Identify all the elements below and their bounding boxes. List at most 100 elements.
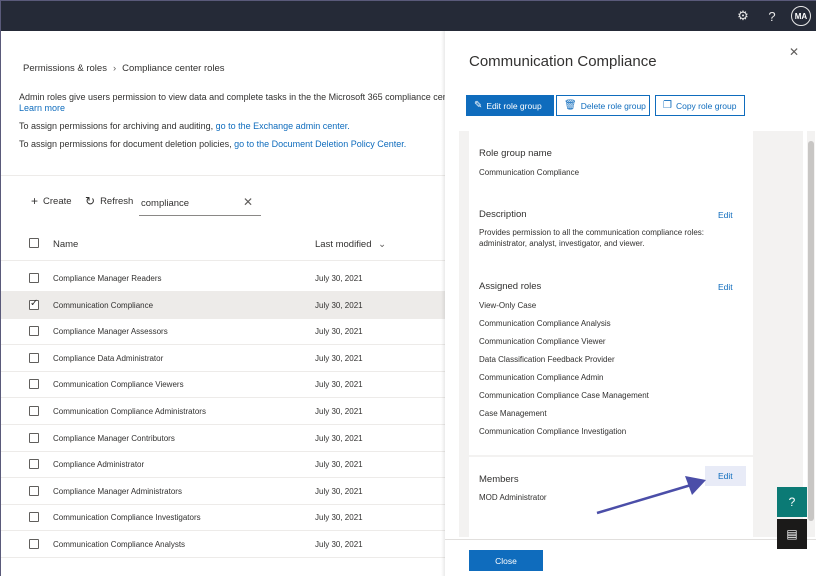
row-checkbox[interactable] bbox=[29, 298, 39, 310]
main-page: Permissions & roles › Compliance center ro… bbox=[1, 31, 445, 576]
intro-text: Admin roles give users permission to vie… bbox=[19, 92, 445, 102]
column-name[interactable]: Name bbox=[53, 239, 78, 250]
description-edit-link[interactable]: Edit bbox=[718, 210, 733, 220]
row-name[interactable]: Compliance Manager Assessors bbox=[53, 327, 168, 336]
table-header: Name Last modified ⌄ bbox=[1, 223, 445, 261]
row-checkbox[interactable] bbox=[29, 432, 39, 443]
row-name[interactable]: Compliance Administrator bbox=[53, 460, 144, 469]
copy-role-group-button[interactable]: ❐ Copy role group bbox=[655, 95, 745, 116]
row-name[interactable]: Compliance Data Administrator bbox=[53, 354, 163, 363]
scrollbar-thumb[interactable] bbox=[808, 141, 814, 521]
plus-icon: + bbox=[31, 194, 39, 208]
breadcrumb: Permissions & roles › Compliance center ro… bbox=[23, 63, 225, 74]
table-row[interactable]: Communication Compliance Investigators Ju… bbox=[1, 504, 445, 532]
table-row[interactable]: Communication Compliance July 30, 2021 bbox=[1, 291, 445, 319]
assigned-role-item: Communication Compliance Analysis bbox=[479, 319, 611, 328]
assigned-role-item: Case Management bbox=[479, 409, 547, 418]
table-row[interactable]: Communication Compliance Viewers July 30,… bbox=[1, 371, 445, 399]
select-all-checkbox[interactable] bbox=[29, 238, 39, 248]
row-name[interactable]: Compliance Manager Readers bbox=[53, 274, 162, 283]
row-date: July 30, 2021 bbox=[315, 274, 363, 283]
row-date: July 30, 2021 bbox=[315, 486, 363, 496]
row-checkbox[interactable] bbox=[29, 512, 39, 523]
row-checkbox[interactable] bbox=[29, 485, 39, 496]
row-date: July 30, 2021 bbox=[315, 433, 363, 443]
create-button[interactable]: + Create bbox=[31, 194, 72, 208]
feedback-icon[interactable]: ▤ bbox=[777, 519, 807, 549]
delete-role-group-button[interactable]: 🗑 Delete role group bbox=[556, 95, 650, 116]
assigned-role-item: View-Only Case bbox=[479, 301, 537, 310]
refresh-button[interactable]: ↻ Refresh bbox=[85, 194, 133, 208]
scrollbar[interactable] bbox=[807, 131, 815, 537]
details-panel: ✕ Communication Compliance ✎ Edit role g… bbox=[445, 31, 816, 576]
row-checkbox[interactable] bbox=[29, 406, 39, 416]
breadcrumb-root[interactable]: Permissions & roles bbox=[23, 63, 107, 74]
row-date: July 30, 2021 bbox=[315, 513, 363, 523]
search-input[interactable]: compliance ✕ bbox=[139, 188, 261, 216]
breadcrumb-current: Compliance center roles bbox=[122, 63, 225, 74]
row-checkbox[interactable] bbox=[29, 352, 39, 363]
row-name[interactable]: Communication Compliance Analysts bbox=[53, 540, 185, 549]
row-checkbox[interactable] bbox=[29, 379, 39, 390]
close-icon[interactable]: ✕ bbox=[243, 195, 253, 209]
question-icon[interactable]: ? bbox=[763, 7, 781, 25]
chevron-right-icon: › bbox=[112, 63, 117, 74]
row-date: July 30, 2021 bbox=[315, 380, 363, 390]
table-row[interactable]: Communication Compliance Administrators J… bbox=[1, 398, 445, 425]
toolbar: + Create ↻ Refresh compliance ✕ bbox=[1, 175, 445, 216]
help-chat-icon[interactable]: ? bbox=[777, 487, 807, 517]
chevron-down-icon: ⌄ bbox=[378, 239, 387, 250]
trash-icon: 🗑 bbox=[564, 100, 577, 111]
edit-role-group-button[interactable]: ✎ Edit role group bbox=[466, 95, 554, 116]
column-last-modified[interactable]: Last modified ⌄ bbox=[315, 239, 386, 250]
row-name[interactable]: Communication Compliance Investigators bbox=[53, 513, 201, 522]
deletion-policy-link[interactable]: go to the Document Deletion Policy Cente… bbox=[234, 139, 406, 149]
row-name[interactable]: Communication Compliance bbox=[53, 301, 153, 310]
avatar[interactable]: MA bbox=[791, 6, 811, 26]
table-row[interactable]: Compliance Data Administrator July 30, 20… bbox=[1, 345, 445, 372]
row-checkbox[interactable] bbox=[29, 273, 39, 283]
assigned-role-item: Communication Compliance Case Management bbox=[479, 391, 649, 400]
exchange-admin-link[interactable]: go to the Exchange admin center. bbox=[216, 121, 350, 131]
row-date: July 30, 2021 bbox=[315, 353, 363, 363]
table-row[interactable]: Communication Compliance Analysts July 30… bbox=[1, 531, 445, 558]
table-row[interactable]: Compliance Manager Administrators July 30… bbox=[1, 478, 445, 505]
refresh-icon: ↻ bbox=[85, 194, 96, 208]
learn-more-link[interactable]: Learn more bbox=[19, 103, 65, 113]
table-row[interactable]: Compliance Manager Assessors July 30, 202… bbox=[1, 318, 445, 346]
description-card: Description Edit Provides permission to … bbox=[469, 195, 753, 267]
pencil-icon: ✎ bbox=[474, 100, 483, 111]
row-date: July 30, 2021 bbox=[315, 407, 363, 416]
assigned-roles-edit-link[interactable]: Edit bbox=[718, 282, 733, 292]
assigned-role-item: Communication Compliance Investigation bbox=[479, 427, 627, 436]
assigned-role-item: Communication Compliance Viewer bbox=[479, 337, 606, 346]
table-row[interactable]: Compliance Manager Readers July 30, 2021 bbox=[1, 265, 445, 292]
row-name[interactable]: Compliance Manager Contributors bbox=[53, 434, 175, 443]
table-row[interactable]: Compliance Administrator July 30, 2021 bbox=[1, 451, 445, 479]
deletion-text: To assign permissions for document delet… bbox=[19, 139, 407, 149]
row-date: July 30, 2021 bbox=[315, 300, 363, 310]
row-name[interactable]: Compliance Manager Administrators bbox=[53, 487, 182, 496]
panel-title: Communication Compliance bbox=[469, 53, 657, 70]
members-edit-link[interactable]: Edit bbox=[705, 466, 746, 486]
row-checkbox[interactable] bbox=[29, 539, 39, 549]
archiving-text: To assign permissions for archiving and … bbox=[19, 121, 350, 131]
assigned-role-item: Communication Compliance Admin bbox=[479, 373, 604, 382]
row-date: July 30, 2021 bbox=[315, 460, 363, 470]
row-name[interactable]: Communication Compliance Viewers bbox=[53, 380, 184, 389]
row-checkbox[interactable] bbox=[29, 459, 39, 470]
close-button[interactable]: Close bbox=[469, 550, 543, 571]
copy-icon: ❐ bbox=[663, 100, 672, 111]
panel-footer: Close bbox=[445, 539, 816, 576]
table-row[interactable]: Compliance Manager Contributors July 30, … bbox=[1, 425, 445, 452]
top-bar: ⚙ ? MA bbox=[1, 1, 816, 31]
panel-content: Role group name Communication Compliance… bbox=[459, 131, 803, 537]
assigned-role-item: Data Classification Feedback Provider bbox=[479, 355, 615, 364]
gear-icon[interactable]: ⚙ bbox=[734, 7, 752, 25]
row-name[interactable]: Communication Compliance Administrators bbox=[53, 407, 206, 416]
row-date: July 30, 2021 bbox=[315, 540, 363, 549]
row-checkbox[interactable] bbox=[29, 326, 39, 337]
assigned-roles-card: Assigned roles Edit View-Only Case Commun… bbox=[469, 267, 753, 455]
row-date: July 30, 2021 bbox=[315, 327, 363, 337]
close-icon[interactable]: ✕ bbox=[789, 45, 799, 59]
